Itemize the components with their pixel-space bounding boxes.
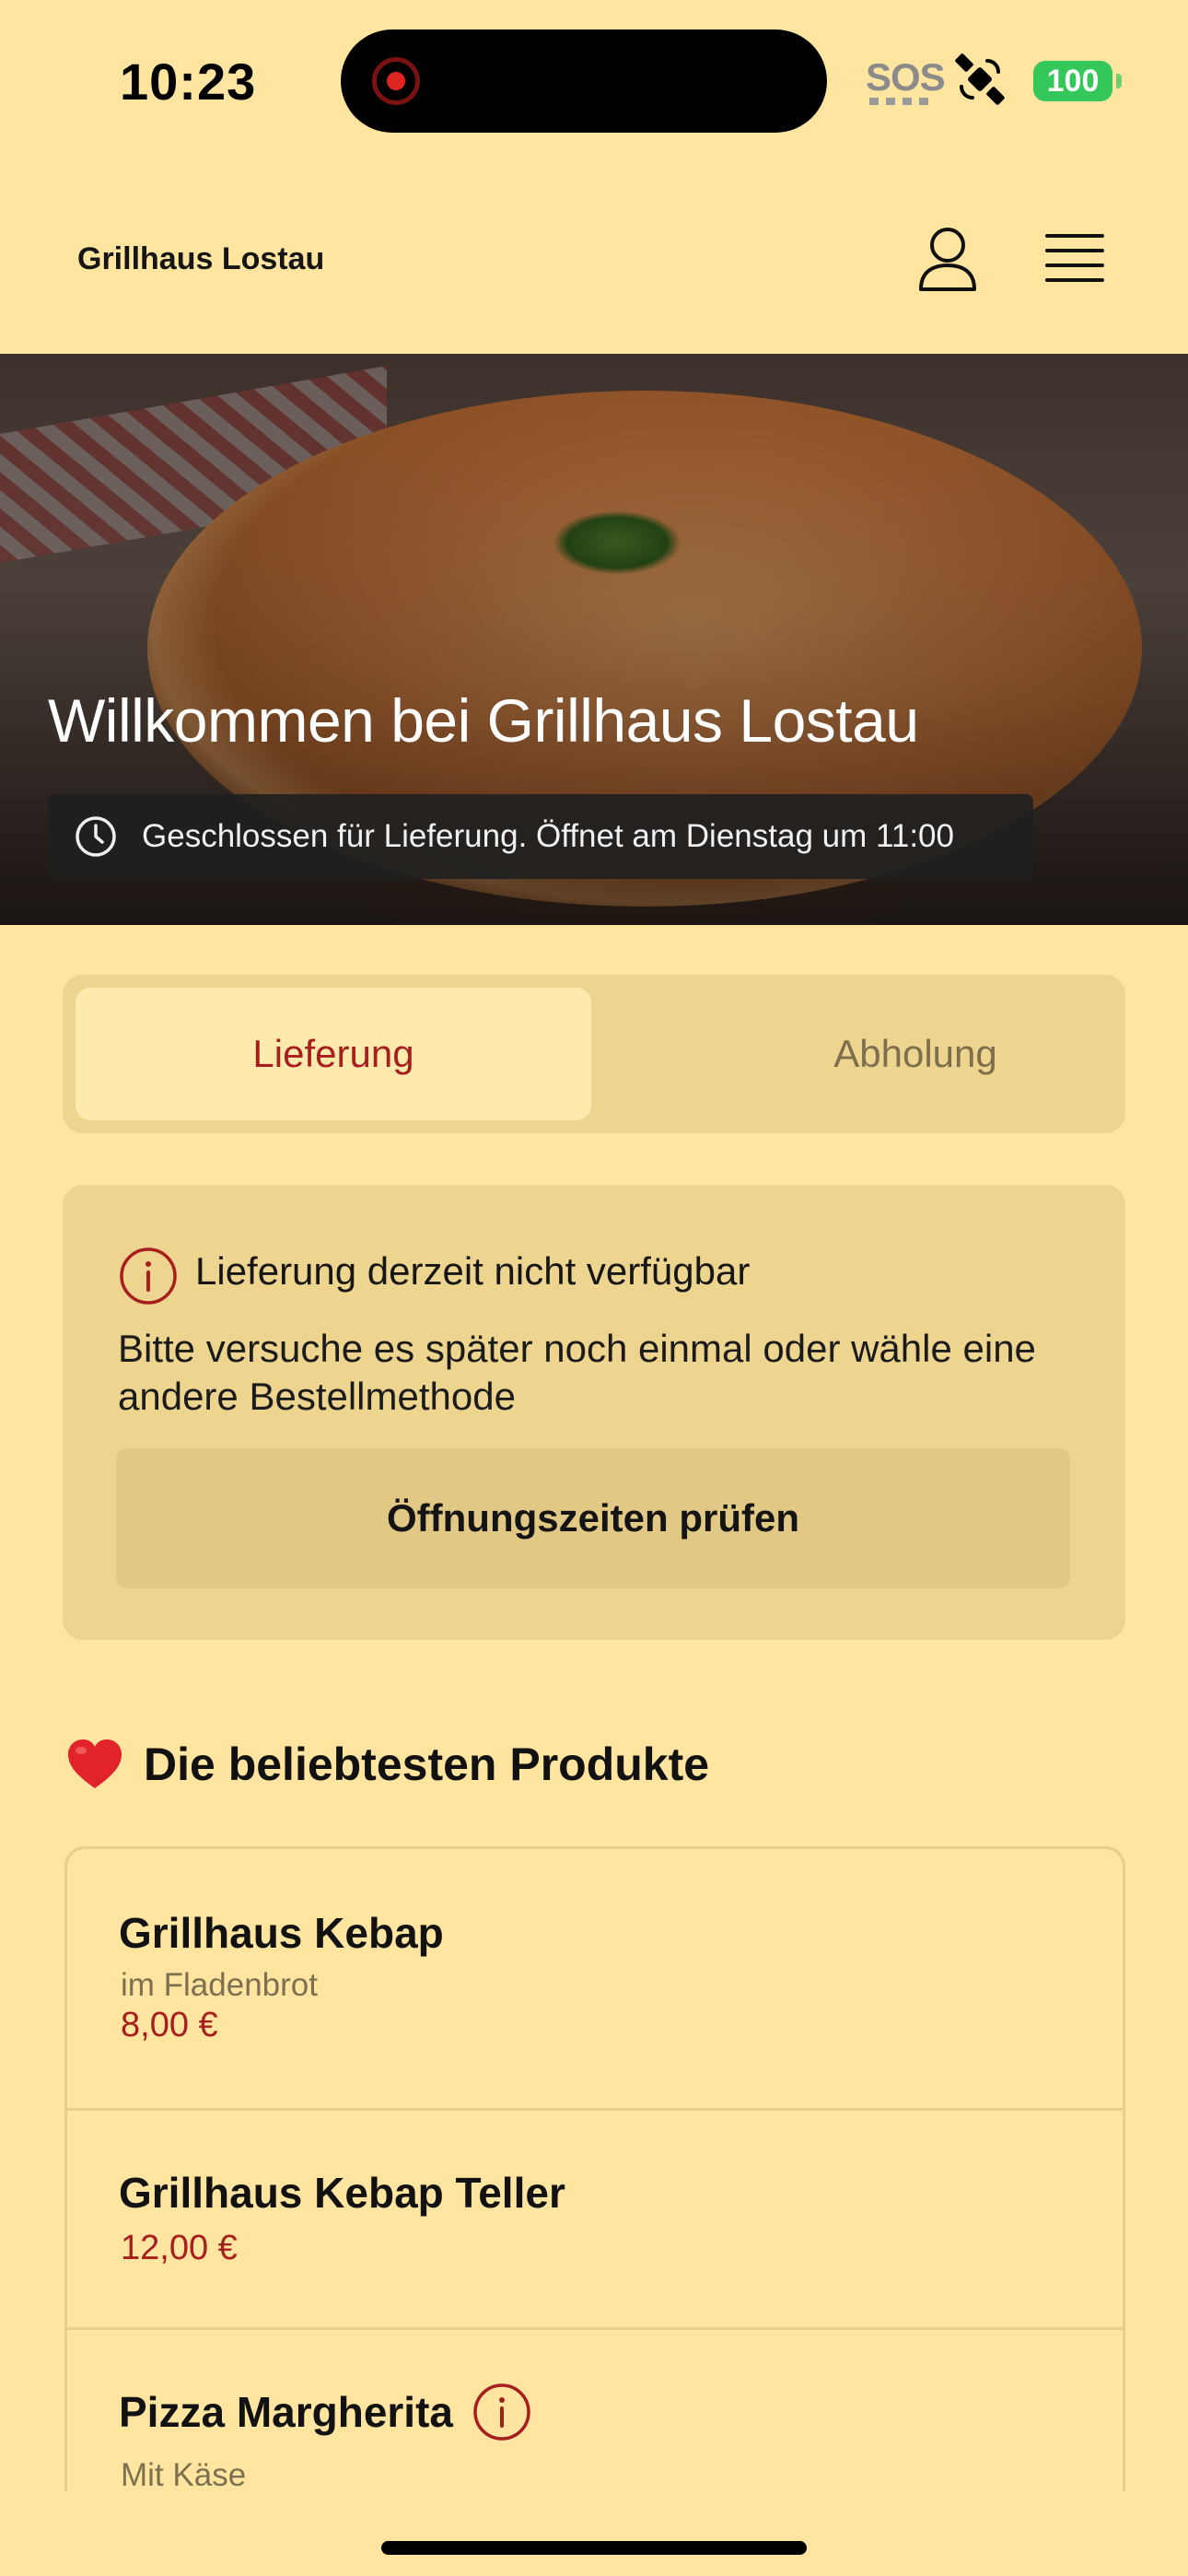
brand-name[interactable]: Grillhaus Lostau [77,241,324,277]
product-price: 8,00 € [121,2006,218,2044]
hamburger-menu-icon[interactable] [1044,232,1105,284]
info-circle-icon [120,1247,177,1305]
hero-title: Willkommen bei Grillhaus Lostau [48,686,919,755]
product-description: im Fladenbrot [121,1967,318,2003]
recording-indicator-icon [372,57,420,105]
status-time: 10:23 [120,53,257,111]
popular-products-heading: Die beliebtesten Produkte [66,1738,709,1791]
battery-nub [1116,74,1122,88]
check-opening-hours-button[interactable]: Öffnungszeiten prüfen [116,1448,1070,1588]
product-name: Pizza Margherita [119,2388,453,2436]
tab-delivery[interactable]: Lieferung [76,988,591,1120]
site-header: Grillhaus Lostau [0,157,1188,354]
sos-signal-dots [869,98,934,105]
product-name-row: Pizza Margherita [119,2382,532,2442]
order-type-toggle: Lieferung Abholung [63,975,1125,1133]
popular-products-list: Grillhaus Kebap im Fladenbrot 8,00 € Gri… [64,1846,1125,2491]
delivery-unavailable-notice: Lieferung derzeit nicht verfügbar Bitte … [63,1185,1125,1640]
notice-title: Lieferung derzeit nicht verfügbar [195,1249,751,1293]
battery-indicator: 100 [1033,61,1112,101]
delivery-status-text: Geschlossen für Lieferung. Öffnet am Die… [142,818,954,854]
product-name: Grillhaus Kebap [119,1909,444,1957]
notice-text: Bitte versuche es später noch einmal ode… [118,1327,1036,1418]
product-price: 12,00 € [121,2229,238,2267]
delivery-status-pill: Geschlossen für Lieferung. Öffnet am Die… [48,794,1033,879]
sos-indicator: SOS [866,55,946,99]
popular-products-title: Die beliebtesten Produkte [144,1739,710,1790]
heart-icon [68,1739,122,1788]
tab-pickup[interactable]: Abholung [658,988,1173,1120]
info-circle-icon[interactable] [472,2382,532,2442]
app-screen: 10:23 SOS 100 Grillhaus Lostau Willkomme… [0,0,1188,2576]
hero-banner: Willkommen bei Grillhaus Lostau Geschlos… [0,354,1188,925]
home-indicator[interactable] [381,2541,807,2555]
product-description: Mit Käse [121,2457,247,2491]
product-name: Grillhaus Kebap Teller [119,2169,565,2217]
status-bar: 10:23 SOS 100 [0,0,1188,157]
clock-icon [76,816,116,857]
product-item-grillhaus-kebap[interactable]: Grillhaus Kebap im Fladenbrot 8,00 € [67,1849,1123,2111]
user-icon[interactable] [917,225,978,293]
dynamic-island [341,29,827,133]
product-item-pizza-margherita[interactable]: Pizza Margherita Mit Käse [67,2330,1123,2491]
satellite-icon [955,53,1005,105]
product-item-grillhaus-kebap-teller[interactable]: Grillhaus Kebap Teller 12,00 € [67,2111,1123,2330]
